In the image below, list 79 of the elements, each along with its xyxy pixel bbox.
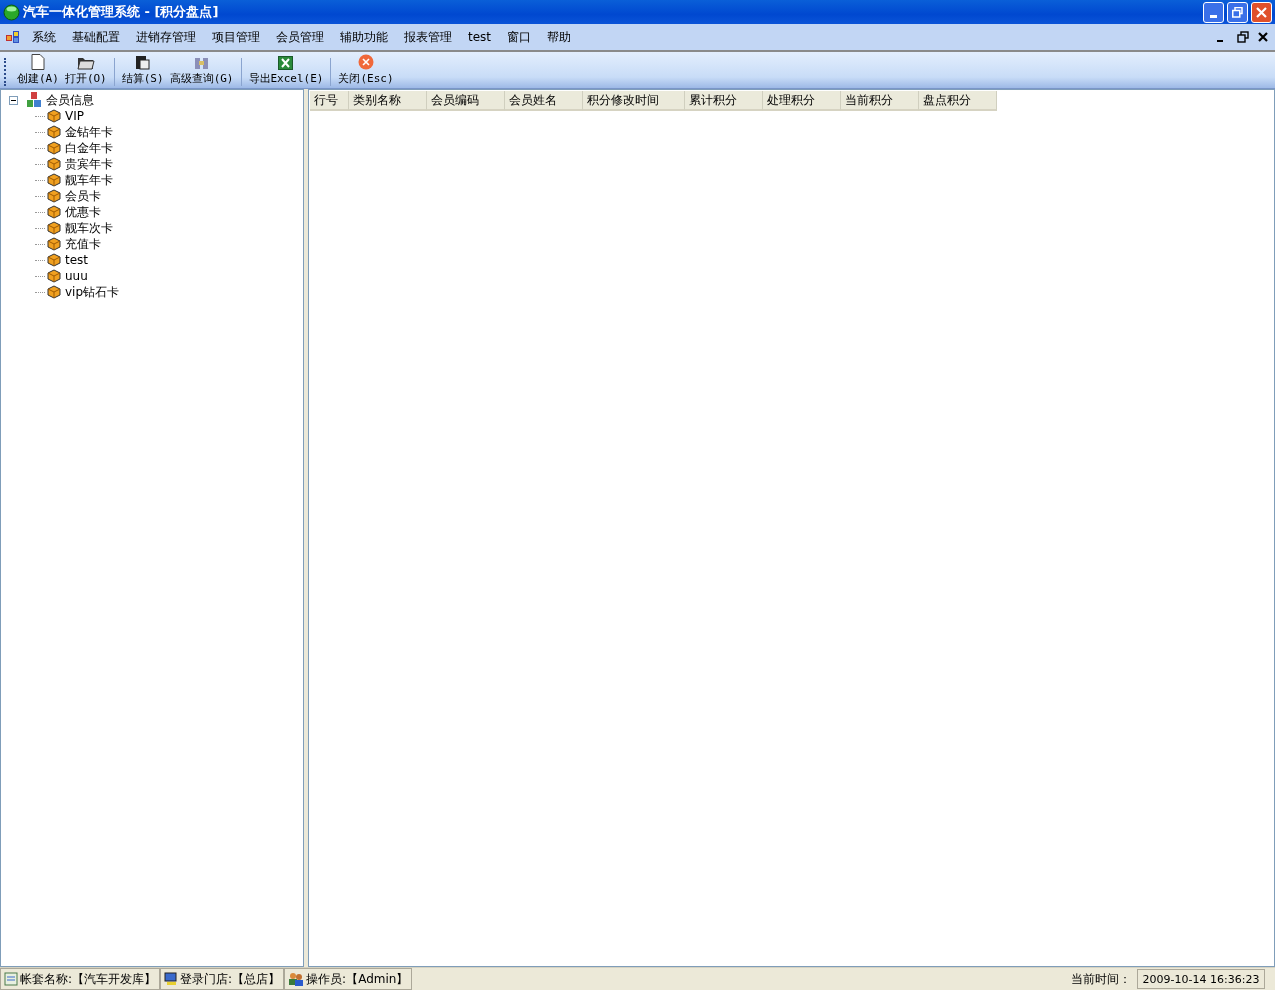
folder-icon: [76, 55, 95, 70]
menu-item[interactable]: 帮助: [539, 28, 580, 46]
clipboard-icon: [135, 55, 151, 70]
tree-item[interactable]: 会员卡: [65, 187, 101, 205]
toolbar-button[interactable]: 高级查询(G): [166, 55, 237, 86]
binoculars-icon: [194, 55, 210, 70]
restore-button[interactable]: [1237, 31, 1249, 43]
column-header[interactable]: 盘点积分: [919, 91, 997, 111]
toolbar-button[interactable]: 结算(S): [118, 55, 167, 86]
cube-icon: [47, 189, 61, 203]
tree-item[interactable]: 会员信息: [46, 91, 94, 109]
toolbar-button[interactable]: 关闭(Esc): [335, 54, 397, 86]
tree-item[interactable]: uuu: [65, 269, 88, 283]
menu-item[interactable]: 项目管理: [204, 28, 268, 46]
menu-item[interactable]: test: [460, 30, 500, 44]
menu-item[interactable]: 进销存管理: [128, 28, 204, 46]
status-text: 登录门店:【总店】: [180, 970, 281, 988]
menu-item[interactable]: 辅助功能: [332, 28, 396, 46]
column-header[interactable]: 累计积分: [685, 91, 763, 111]
window-squares-icon: [6, 31, 20, 43]
cube-icon: [47, 157, 61, 171]
column-header[interactable]: 会员姓名: [505, 91, 583, 111]
restore-icon: [1237, 31, 1249, 43]
close-button[interactable]: [1257, 31, 1269, 43]
time-label: 当前时间：: [1071, 970, 1131, 988]
cube-icon: [47, 253, 61, 267]
menu-item[interactable]: 报表管理: [396, 28, 460, 46]
status-text: 操作员:【Admin】: [306, 970, 409, 988]
time-display: 2009-10-14 16:36:23: [1137, 969, 1265, 989]
menu-item[interactable]: 会员管理: [268, 28, 332, 46]
app-icon: [3, 3, 20, 21]
tree-item[interactable]: 金钻年卡: [65, 123, 113, 141]
tree-item[interactable]: 贵宾年卡: [65, 155, 113, 173]
tree-item[interactable]: 白金年卡: [65, 139, 113, 157]
tree-item[interactable]: 优惠卡: [65, 203, 101, 221]
minimize-icon: [1210, 14, 1217, 18]
status-text: 帐套名称:【汽车开发库】: [20, 970, 157, 988]
cube-icon: [47, 237, 61, 251]
cube-icon: [47, 109, 61, 123]
restore-icon: [1232, 6, 1243, 18]
restore-button[interactable]: [1227, 1, 1248, 23]
users-icon: [288, 972, 305, 986]
tree-item[interactable]: test: [65, 253, 89, 267]
column-header[interactable]: 当前积分: [841, 91, 919, 111]
column-header[interactable]: 行号: [310, 91, 349, 111]
spreadsheet-icon: [278, 56, 294, 70]
cube-icon: [47, 125, 61, 139]
minimize-icon: [1217, 40, 1223, 42]
collapse-toggle[interactable]: [9, 95, 18, 105]
column-header[interactable]: 积分修改时间: [583, 91, 685, 111]
cube-icon: [47, 269, 61, 283]
tree-item[interactable]: VIP: [65, 109, 84, 123]
toolbar-button[interactable]: 导出Excel(E): [245, 56, 327, 86]
notebook-icon: [4, 972, 18, 986]
menu-item[interactable]: 基础配置: [64, 28, 128, 46]
computer-icon: [164, 972, 179, 986]
close-icon: [358, 54, 375, 70]
toolbar-button[interactable]: 创建(A): [14, 54, 62, 86]
tree-item[interactable]: 靓车年卡: [65, 171, 113, 189]
minimize-button[interactable]: [1203, 1, 1224, 23]
blocks-icon: [26, 92, 42, 108]
column-header[interactable]: 处理积分: [763, 91, 841, 111]
close-icon: [1257, 31, 1269, 43]
column-header[interactable]: 会员编码: [427, 91, 505, 111]
cube-icon: [47, 221, 61, 235]
cube-icon: [47, 205, 61, 219]
toolbar-button[interactable]: 打开(O): [61, 55, 110, 86]
document-icon: [30, 54, 45, 70]
cube-icon: [47, 141, 61, 155]
window-title: 汽车一体化管理系统 - [积分盘点]: [23, 3, 219, 21]
tree-item[interactable]: 充值卡: [65, 235, 101, 253]
close-icon: [1256, 6, 1267, 18]
tree-item[interactable]: 靓车次卡: [65, 219, 113, 237]
menu-item[interactable]: 窗口: [499, 28, 540, 46]
tree-item[interactable]: vip钻石卡: [65, 283, 120, 301]
cube-icon: [47, 173, 61, 187]
cube-icon: [47, 285, 61, 299]
column-header[interactable]: 类别名称: [349, 91, 427, 111]
menu-item[interactable]: 系统: [24, 28, 64, 46]
